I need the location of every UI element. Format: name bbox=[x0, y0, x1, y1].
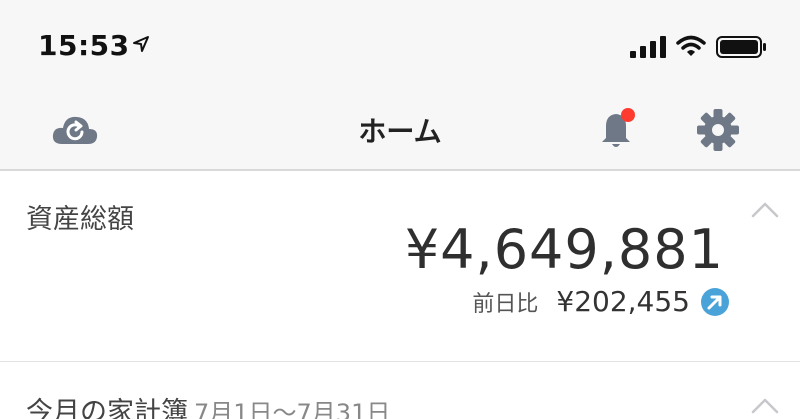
page-title: ホーム bbox=[358, 115, 442, 148]
chevron-up-icon[interactable] bbox=[750, 200, 780, 220]
wifi-icon bbox=[676, 35, 706, 56]
chevron-up-icon[interactable] bbox=[750, 396, 780, 416]
daily-change-label: 前日比 bbox=[472, 291, 539, 317]
nav-bar: ホーム bbox=[0, 90, 800, 171]
arrow-up-right-icon bbox=[701, 287, 729, 316]
monthly-budget-range: 7月1日〜7月31日 bbox=[194, 399, 391, 419]
gear-icon[interactable] bbox=[696, 108, 740, 152]
daily-change-value: ¥202,455 bbox=[556, 285, 690, 318]
status-time: 15:53 bbox=[38, 29, 130, 62]
monthly-budget-card[interactable]: 今月の家計簿 7月1日〜7月31日 bbox=[0, 363, 800, 419]
cellular-signal-icon bbox=[630, 36, 666, 58]
total-assets-title: 資産総額 bbox=[26, 204, 134, 235]
battery-icon bbox=[716, 36, 766, 58]
daily-change-row: 前日比 ¥202,455 bbox=[472, 285, 730, 318]
total-assets-card[interactable]: 資産総額 ¥4,649,881 前日比 ¥202,455 bbox=[0, 172, 800, 362]
monthly-budget-title: 今月の家計簿 7月1日〜7月31日 bbox=[26, 390, 390, 419]
total-assets-amount: ¥4,649,881 bbox=[404, 218, 724, 281]
bell-icon[interactable] bbox=[596, 106, 640, 152]
location-arrow-icon bbox=[133, 36, 149, 52]
status-bar: 15:53 bbox=[0, 0, 800, 90]
notification-dot bbox=[621, 108, 635, 122]
monthly-budget-label: 今月の家計簿 bbox=[26, 397, 188, 419]
